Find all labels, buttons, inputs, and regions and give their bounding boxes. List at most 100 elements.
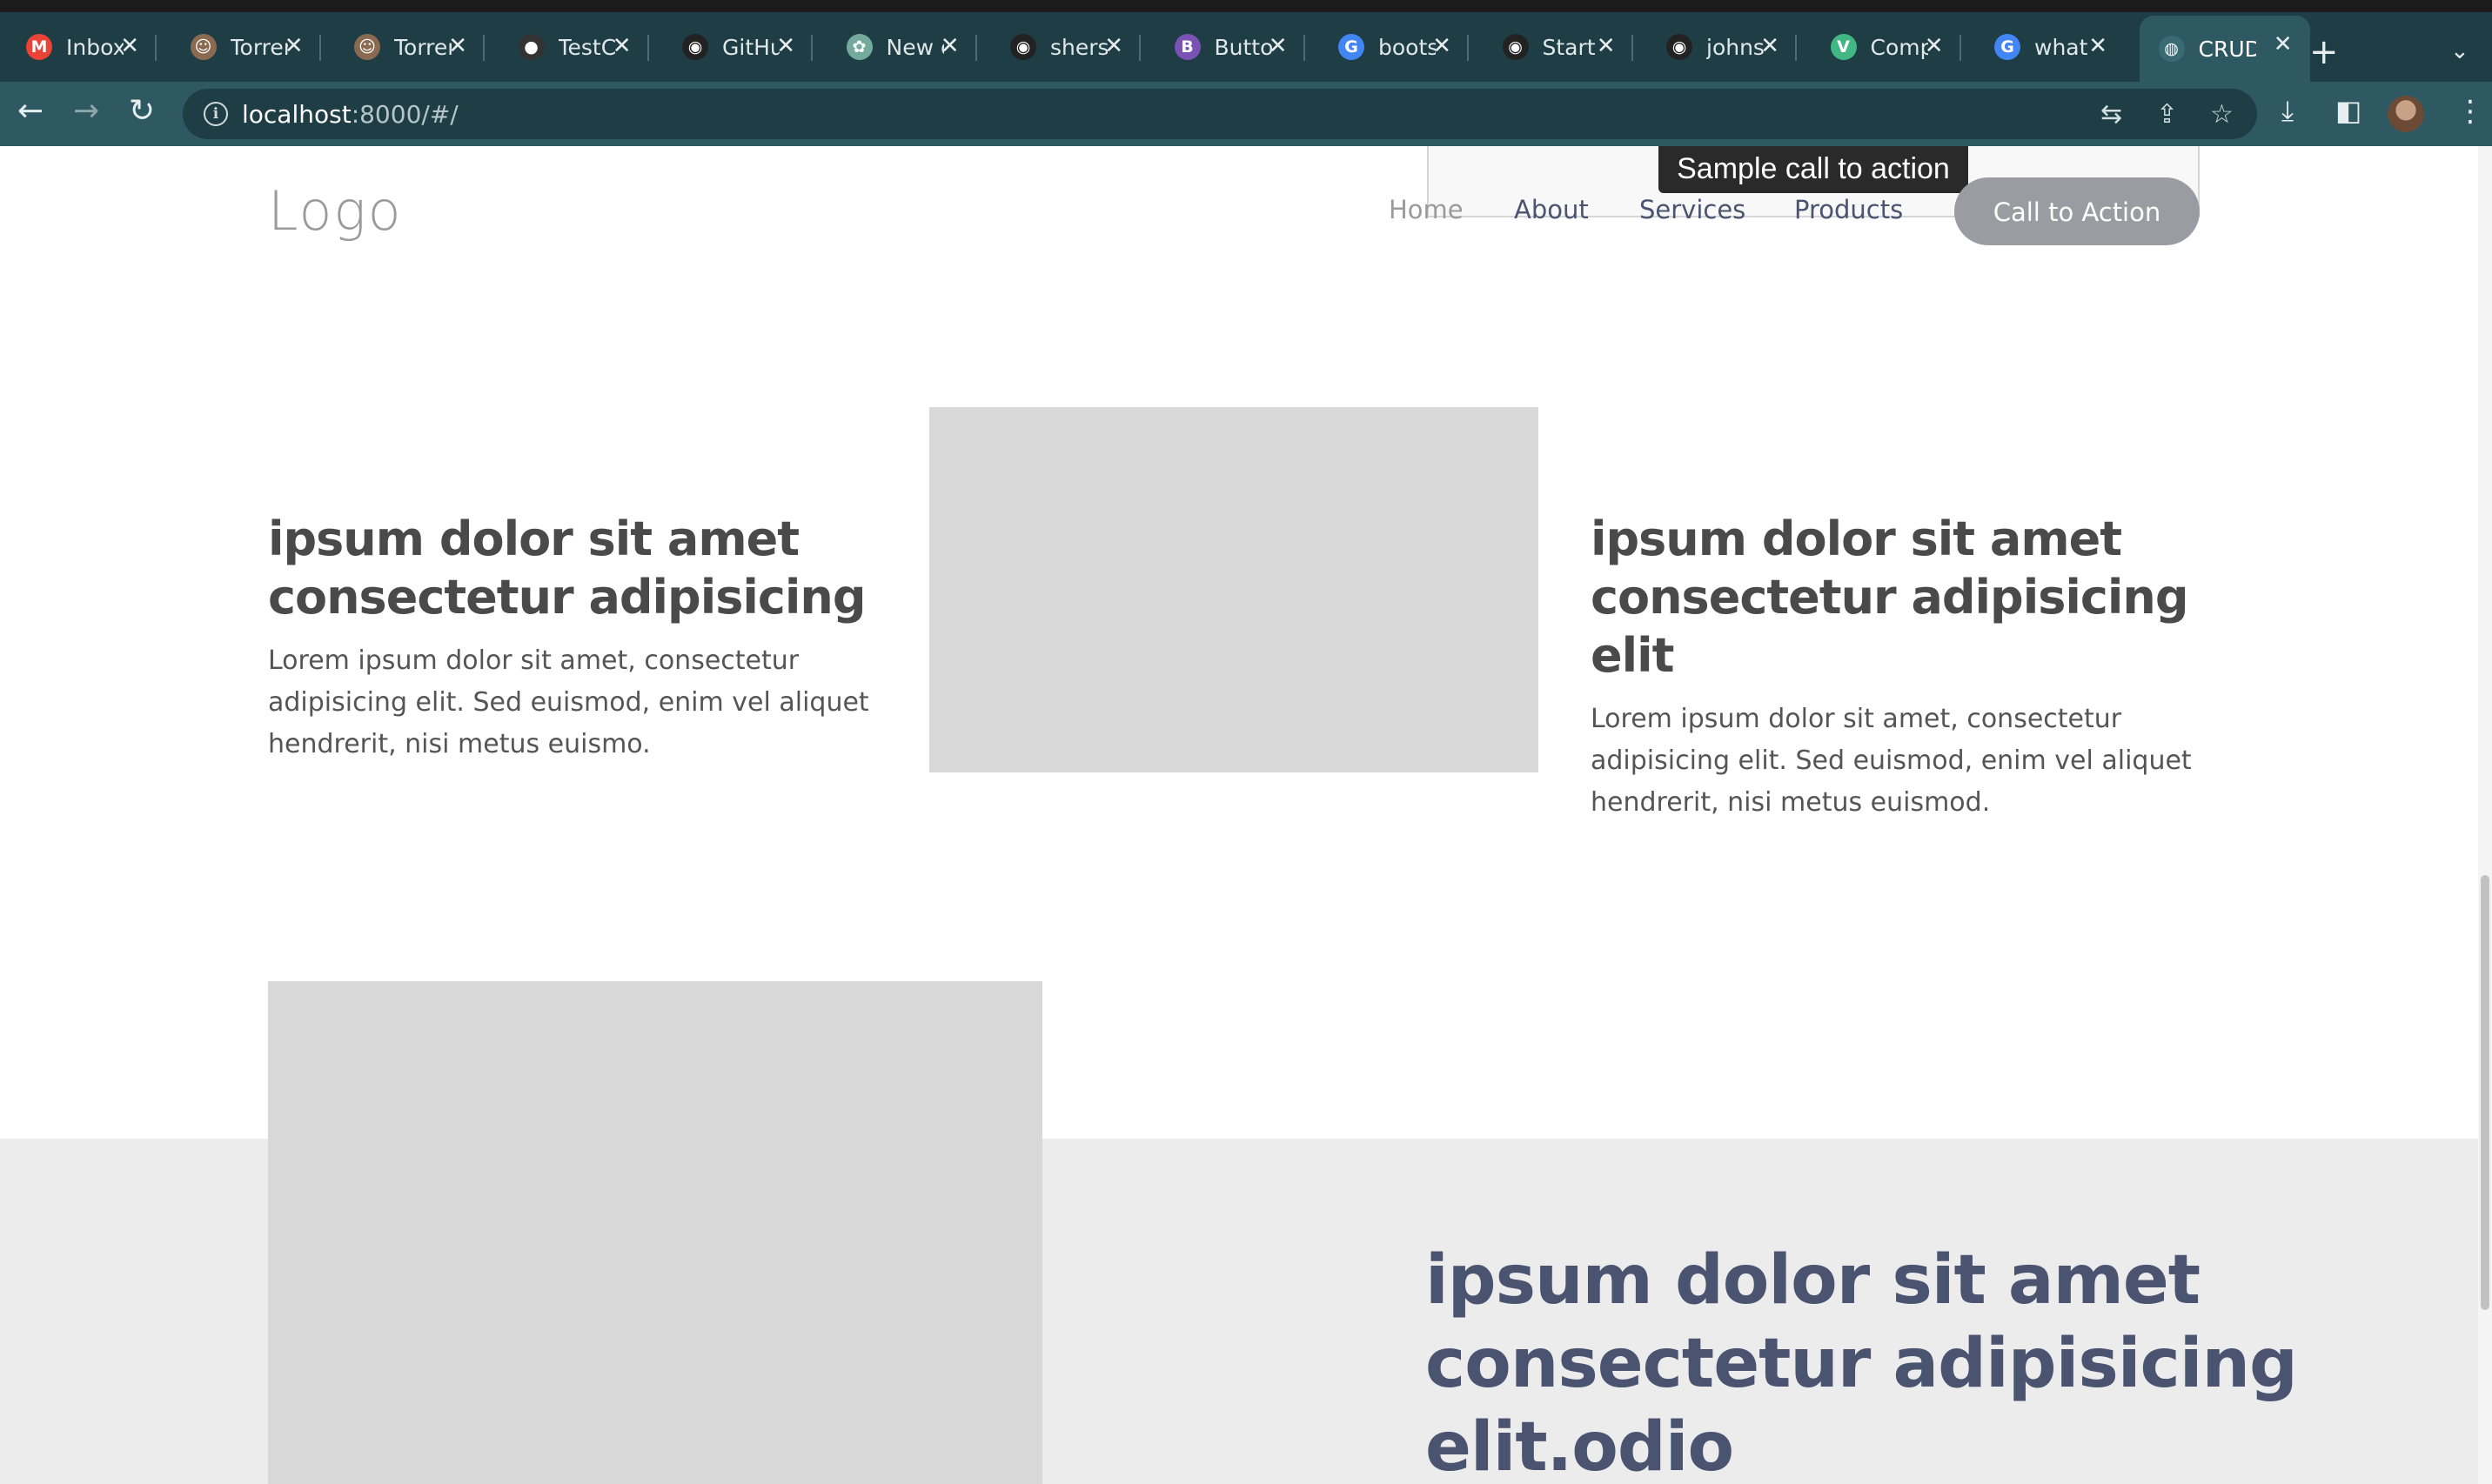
browser-tab[interactable]: ◉ Start ✕ — [1484, 24, 1633, 70]
tab-title: bootstrap — [1378, 34, 1436, 60]
tab-title: Torrents — [230, 34, 288, 60]
scrollbar-thumb[interactable] — [2481, 875, 2489, 1310]
window-top-strip — [0, 0, 2492, 12]
page-viewport: Sample call to action Logo Home About Se… — [0, 146, 2492, 1484]
github-icon: ◉ — [682, 34, 708, 60]
tab-separator — [1795, 35, 1797, 61]
tab-search-chevron-icon[interactable]: ⌄ — [2450, 38, 2469, 64]
close-tab-icon[interactable]: ✕ — [2088, 33, 2107, 59]
browser-tab[interactable]: ● TestCafe✕ — [499, 24, 649, 70]
close-tab-icon[interactable]: ✕ — [776, 33, 795, 59]
tab-separator — [646, 35, 649, 61]
translate-icon[interactable]: ⇆ — [2100, 99, 2122, 130]
tab-separator — [318, 35, 321, 61]
section-heading: ipsum dolor sit amet consectetur adipisi… — [1425, 1241, 2298, 1484]
browser-tab[interactable]: M Inbox ✕ — [7, 24, 157, 70]
tab-separator — [975, 35, 977, 61]
back-arrow-icon[interactable]: ← — [17, 94, 44, 129]
tab-separator — [155, 35, 157, 61]
nav-link-home[interactable]: Home — [1389, 195, 1464, 224]
close-tab-icon[interactable]: ✕ — [1597, 33, 1616, 59]
tab-title: what is — [2034, 34, 2092, 60]
nav-link-about[interactable]: About — [1514, 195, 1589, 224]
browser-chrome: MInbox✕☺Torrents✕☺Torrents✕●TestCafe✕◉Gi… — [0, 0, 2492, 146]
github-icon: ◉ — [1010, 34, 1036, 60]
page-scrollbar[interactable] — [2478, 146, 2492, 1484]
tab-title: sherstinsky — [1050, 34, 1108, 60]
close-tab-icon[interactable]: ✕ — [120, 33, 139, 59]
google-icon: G — [1338, 34, 1364, 60]
tab-separator — [1303, 35, 1305, 61]
url-path: :8000/#/ — [351, 100, 459, 129]
close-tab-icon[interactable]: ✕ — [941, 33, 960, 59]
close-tab-icon[interactable]: ✕ — [1269, 33, 1288, 59]
tab-title: CRUD — [2198, 36, 2256, 62]
browser-tab[interactable]: ◉ sherstinsky✕ — [991, 24, 1141, 70]
tab-strip: MInbox✕☺Torrents✕☺Torrents✕●TestCafe✕◉Gi… — [0, 12, 2492, 82]
site-info-icon[interactable]: i — [204, 102, 228, 126]
bot-icon: ● — [518, 34, 545, 60]
tab-title: TestCafe — [558, 34, 616, 60]
browser-tab[interactable]: ✿ New chat✕ — [827, 24, 977, 70]
call-to-action-button[interactable]: Call to Action — [1954, 177, 2200, 245]
nav-link-services[interactable]: Services — [1639, 195, 1745, 224]
address-bar[interactable]: i localhost:8000/#/ ⇆ ⇪ ☆ — [183, 89, 2257, 139]
side-panel-icon[interactable]: ◧ — [2335, 94, 2361, 127]
close-tab-icon[interactable]: ✕ — [285, 33, 304, 59]
tab-separator — [811, 35, 813, 61]
share-icon[interactable]: ⇪ — [2156, 99, 2178, 130]
url-host: localhost — [242, 100, 352, 129]
browser-tab[interactable]: ☺ Torrents✕ — [171, 24, 321, 70]
openai-icon: ✿ — [846, 34, 873, 60]
section-image-placeholder — [268, 981, 1042, 1484]
profile-avatar[interactable] — [2388, 96, 2424, 132]
tab-title: Buttons — [1214, 34, 1272, 60]
browser-tab[interactable]: ☺ Torrents✕ — [335, 24, 485, 70]
browser-tab[interactable]: Gwhat is✕ — [1975, 24, 2125, 70]
tab-title: Components — [1870, 34, 1928, 60]
tab-separator — [1631, 35, 1633, 61]
browser-tab[interactable]: B Buttons✕ — [1156, 24, 1305, 70]
feature-text-2: Lorem ipsum dolor sit amet, consectetur … — [1591, 704, 2192, 818]
close-tab-icon[interactable]: ✕ — [448, 33, 467, 59]
tab-title: New chat — [886, 34, 944, 60]
bookmark-star-icon[interactable]: ☆ — [2210, 99, 2234, 130]
nav-link-products[interactable]: Products — [1794, 195, 1903, 224]
url-text[interactable]: localhost:8000/#/ — [242, 100, 459, 129]
download-icon[interactable]: ⤓ — [2281, 94, 2294, 128]
globe-icon: ◍ — [2158, 36, 2185, 62]
feature-image-placeholder — [929, 407, 1538, 772]
cta-tooltip: Sample call to action — [1658, 146, 1968, 193]
feature-title-1: ipsum dolor sit amet consectetur adipisi… — [268, 511, 867, 625]
tab-title: Inbox — [66, 34, 124, 60]
close-tab-icon[interactable]: ✕ — [1104, 33, 1123, 59]
tab-separator — [1139, 35, 1141, 61]
browser-toolbar: ← → ↻ i localhost:8000/#/ ⇆ ⇪ ☆ ⤓ ◧ ⋮ — [0, 82, 2492, 146]
bootstrap-icon: B — [1174, 34, 1201, 60]
portrait-icon: ☺ — [354, 34, 380, 60]
tab-title: GitHub — [722, 34, 780, 60]
close-tab-icon[interactable]: ✕ — [1760, 33, 1779, 59]
gmail-icon: M — [26, 34, 52, 60]
browser-tab[interactable]: V Components✕ — [1812, 24, 1961, 70]
browser-tab[interactable]: ◉ johnsmith✕ — [1647, 24, 1797, 70]
tab-title: johnsmith — [1706, 34, 1764, 60]
close-tab-icon[interactable]: ✕ — [2274, 31, 2293, 57]
browser-tab[interactable]: ◍ CRUD ✕ — [2139, 16, 2310, 82]
portrait-icon: ☺ — [190, 34, 217, 60]
tab-separator — [1959, 35, 1961, 61]
forward-arrow-icon[interactable]: → — [73, 94, 99, 129]
new-tab-button[interactable]: + — [2309, 35, 2339, 70]
feature-text-1: Lorem ipsum dolor sit amet, consectetur … — [268, 645, 869, 759]
close-tab-icon[interactable]: ✕ — [1925, 33, 1944, 59]
browser-menu-icon[interactable]: ⋮ — [2455, 94, 2485, 129]
google-icon: G — [1994, 34, 2020, 60]
tab-title: Start — [1542, 34, 1596, 60]
browser-tab[interactable]: Gbootstrap✕ — [1319, 24, 1469, 70]
reload-icon[interactable]: ↻ — [129, 94, 155, 129]
browser-tab[interactable]: ◉ GitHub✕ — [663, 24, 813, 70]
close-tab-icon[interactable]: ✕ — [613, 33, 632, 59]
site-logo[interactable]: Logo — [268, 179, 403, 243]
close-tab-icon[interactable]: ✕ — [1432, 33, 1451, 59]
tab-separator — [1467, 35, 1469, 61]
